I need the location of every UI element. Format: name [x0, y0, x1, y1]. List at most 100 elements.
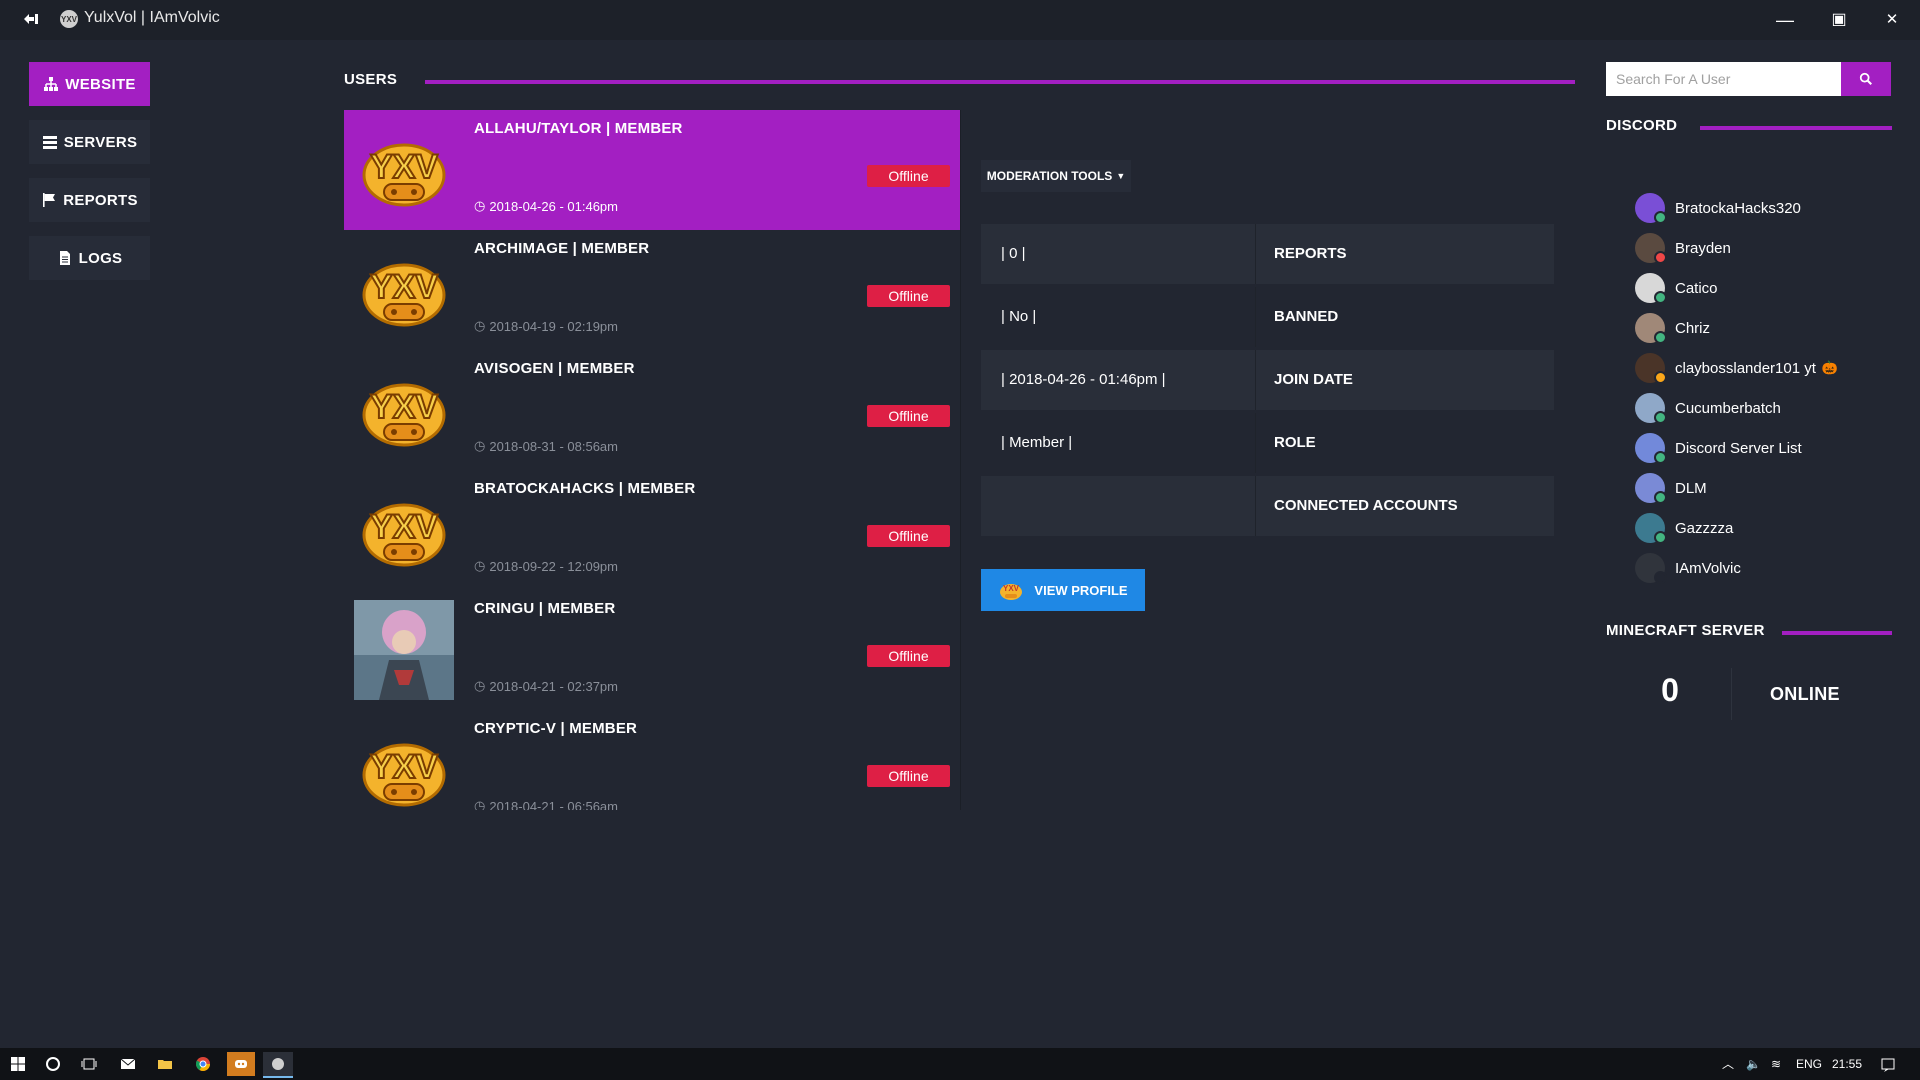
- moderation-tools-dropdown[interactable]: MODERATION TOOLS ▼: [981, 160, 1131, 192]
- search-button[interactable]: [1841, 62, 1891, 96]
- discord-member[interactable]: Catico: [1635, 268, 1905, 308]
- users-heading: USERS: [344, 71, 398, 88]
- avatar: [1635, 473, 1667, 504]
- discord-member-name: Gazzzza: [1675, 519, 1734, 537]
- status-dot: [1654, 291, 1667, 304]
- detail-divider: [1255, 350, 1256, 410]
- user-date: ◷ 2018-04-21 - 06:56am: [474, 798, 618, 810]
- nav-logs-button[interactable]: LOGS: [29, 236, 150, 280]
- svg-text:YXV: YXV: [370, 388, 438, 426]
- chevron-up-icon[interactable]: ︿: [1722, 1048, 1734, 1080]
- user-row[interactable]: YXV ARCHIMAGE | MEMBER Offline ◷ 2018-04-…: [344, 230, 960, 350]
- taskbar: ︿ 🔈 ≋ ENG 21:55: [0, 1048, 1920, 1080]
- mail-icon[interactable]: [116, 1052, 140, 1076]
- avatar: [1635, 313, 1667, 344]
- nav-logs-label: LOGS: [78, 249, 123, 267]
- status-badge: Offline: [867, 765, 950, 787]
- status-dot: [1654, 491, 1667, 504]
- view-profile-button[interactable]: YXV VIEW PROFILE: [981, 569, 1145, 611]
- detail-row-role: | Member | ROLE: [981, 413, 1554, 473]
- status-badge: Offline: [867, 285, 950, 307]
- detail-value: | 0 |: [1001, 245, 1026, 262]
- minimize-button[interactable]: —: [1767, 6, 1803, 34]
- nav-reports-button[interactable]: REPORTS: [29, 178, 150, 222]
- user-row[interactable]: CRINGU | MEMBER Offline ◷ 2018-04-21 - 02…: [344, 590, 960, 710]
- user-row[interactable]: YXV BRATOCKAHACKS | MEMBER Offline ◷ 2018…: [344, 470, 960, 590]
- cortana-icon[interactable]: [41, 1052, 65, 1076]
- minecraft-player-count: 0: [1661, 672, 1679, 708]
- discord-heading-line: [1700, 126, 1892, 130]
- yxv-avatar-icon: YXV: [354, 480, 454, 580]
- discord-member-name: BratockaHacks320: [1675, 199, 1801, 217]
- detail-divider: [1255, 224, 1256, 284]
- discord-member-name: Discord Server List: [1675, 439, 1802, 457]
- file-icon: [59, 251, 70, 265]
- svg-text:YXV: YXV: [370, 748, 438, 786]
- yxv-logo-icon: YXV: [1000, 584, 1023, 600]
- status-badge: Offline: [867, 645, 950, 667]
- discord-member[interactable]: Gazzzza: [1635, 508, 1905, 548]
- detail-divider: [1255, 476, 1256, 536]
- discord-member[interactable]: BratockaHacks320: [1635, 188, 1905, 228]
- close-button[interactable]: ✕: [1874, 6, 1910, 34]
- discord-member[interactable]: Brayden: [1635, 228, 1905, 268]
- clock-time[interactable]: 21:55: [1832, 1048, 1862, 1080]
- user-row[interactable]: YXV ALLAHU/TAYLOR | MEMBER Offline ◷ 2018…: [344, 110, 960, 230]
- task-view-icon[interactable]: [77, 1052, 101, 1076]
- notifications-icon[interactable]: [1880, 1048, 1896, 1080]
- status-dot: [1654, 371, 1667, 384]
- title-bar: YXV YulxVol | IAmVolvic — ▣ ✕: [0, 0, 1920, 40]
- user-name: ALLAHU/TAYLOR | MEMBER: [474, 120, 683, 137]
- minecraft-online-label: ONLINE: [1770, 684, 1840, 704]
- user-date-text: 2018-04-21 - 06:56am: [489, 798, 618, 811]
- view-profile-label: VIEW PROFILE: [1034, 582, 1128, 598]
- nav-servers-button[interactable]: SERVERS: [29, 120, 150, 164]
- yxv-app-taskbar-icon[interactable]: [263, 1052, 293, 1078]
- discord-member-name: claybosslander101 yt: [1675, 359, 1816, 377]
- discord-member-name: Chriz: [1675, 319, 1711, 337]
- user-name: CRYPTIC-V | MEMBER: [474, 720, 638, 737]
- detail-value: | Member |: [1001, 434, 1073, 451]
- detail-key: BANNED: [1274, 308, 1339, 325]
- clock-icon: ◷: [474, 198, 486, 213]
- clock-icon: ◷: [474, 678, 486, 693]
- anime-avatar-image: [354, 600, 454, 700]
- search-user-input[interactable]: [1606, 62, 1858, 96]
- discord-member[interactable]: DLM: [1635, 468, 1905, 508]
- discord-member-name: Catico: [1675, 279, 1718, 297]
- discord-member[interactable]: Chriz: [1635, 308, 1905, 348]
- file-explorer-icon[interactable]: [153, 1052, 177, 1076]
- discord-member[interactable]: Cucumberbatch: [1635, 388, 1905, 428]
- user-row[interactable]: YXV AVISOGEN | MEMBER Offline ◷ 2018-08-3…: [344, 350, 960, 470]
- status-dot: [1654, 411, 1667, 424]
- network-icon[interactable]: ≋: [1771, 1048, 1781, 1080]
- discord-taskbar-icon[interactable]: [227, 1052, 255, 1076]
- discord-member-name: DLM: [1675, 479, 1707, 497]
- back-icon[interactable]: [22, 10, 40, 28]
- nav-reports-label: REPORTS: [63, 191, 138, 209]
- nav-website-button[interactable]: WEBSITE: [29, 62, 150, 106]
- user-name: CRINGU | MEMBER: [474, 600, 616, 617]
- status-dot: [1654, 451, 1667, 464]
- moderation-tools-label: MODERATION TOOLS: [986, 169, 1113, 183]
- discord-member[interactable]: claybosslander101 yt 🎃: [1635, 348, 1905, 388]
- sitemap-icon: [44, 77, 59, 91]
- minecraft-divider: [1731, 668, 1732, 720]
- user-name: BRATOCKAHACKS | MEMBER: [474, 480, 696, 497]
- user-row[interactable]: YXV CRYPTIC-V | MEMBER Offline ◷ 2018-04-…: [344, 710, 960, 810]
- list-divider: [960, 110, 961, 810]
- language-indicator[interactable]: ENG: [1796, 1048, 1822, 1080]
- discord-member[interactable]: IAmVolvic: [1635, 548, 1905, 588]
- volume-icon[interactable]: 🔈: [1746, 1048, 1761, 1080]
- windows-start-icon[interactable]: [6, 1052, 30, 1076]
- user-date-text: 2018-04-26 - 01:46pm: [489, 198, 618, 214]
- discord-member[interactable]: Discord Server List: [1635, 428, 1905, 468]
- chrome-icon[interactable]: [191, 1052, 215, 1076]
- clock-icon: ◷: [474, 438, 486, 453]
- maximize-button[interactable]: ▣: [1821, 6, 1857, 34]
- avatar: [1635, 233, 1667, 264]
- svg-text:YXV: YXV: [61, 15, 78, 24]
- search-icon: [1859, 72, 1872, 85]
- detail-key: ROLE: [1274, 434, 1316, 451]
- minecraft-heading: MINECRAFT SERVER: [1606, 622, 1765, 639]
